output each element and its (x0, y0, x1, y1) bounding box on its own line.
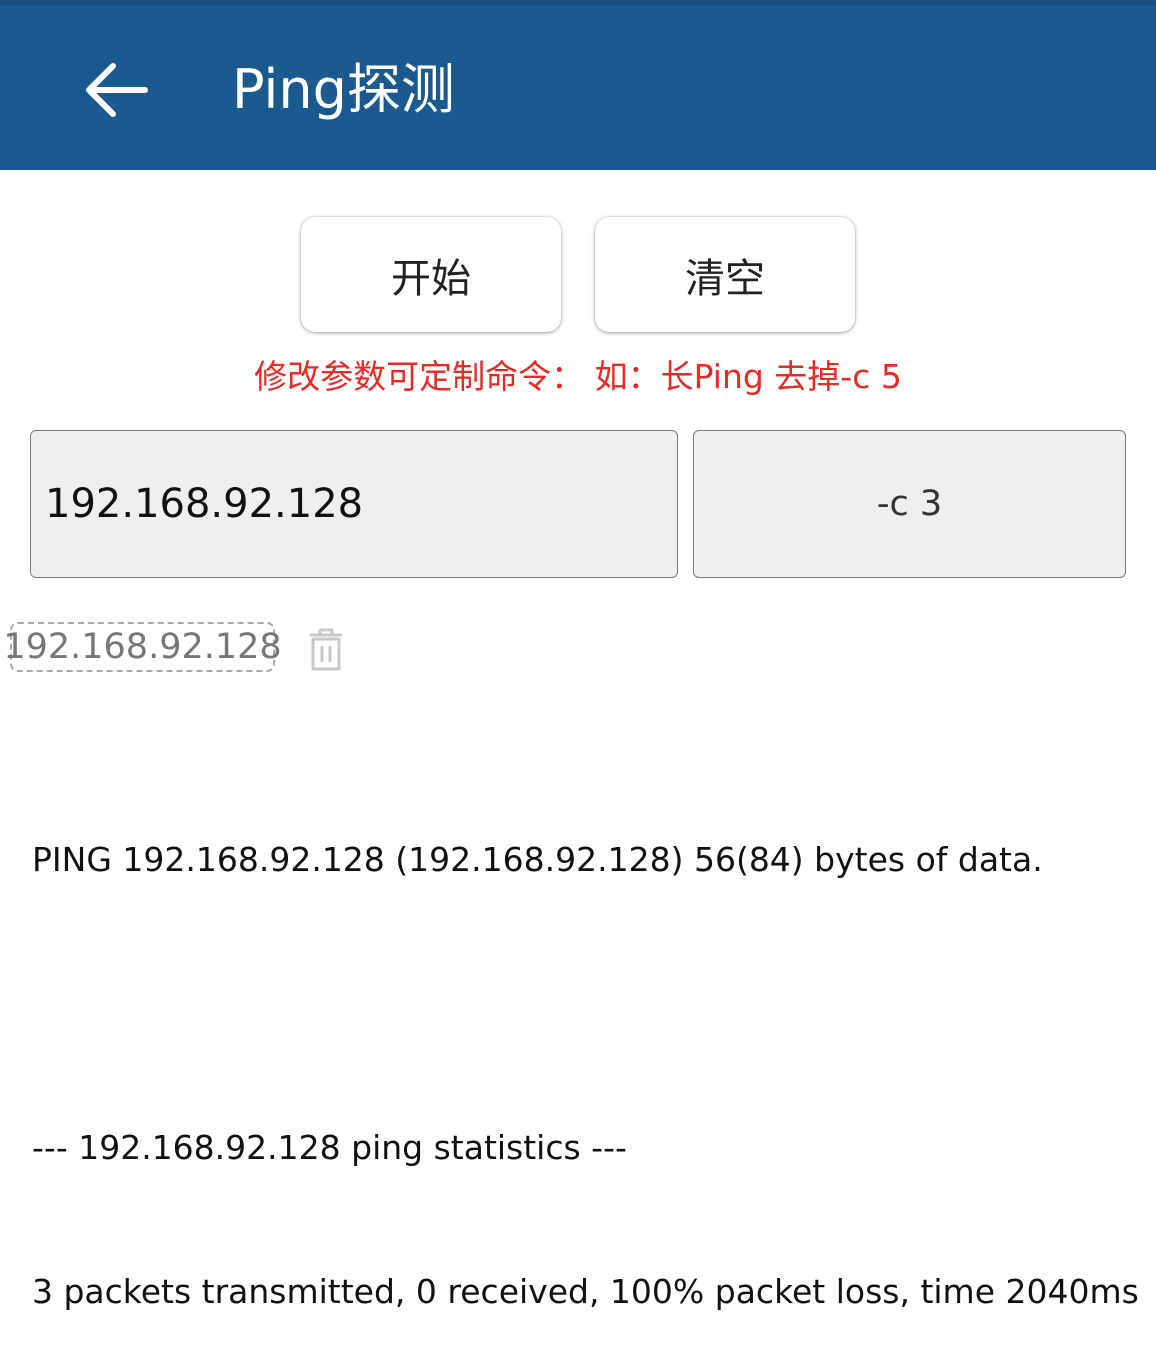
status-strip (0, 0, 1156, 5)
delete-history-button[interactable] (306, 625, 346, 673)
output-line: --- 192.168.92.128 ping statistics --- (32, 1128, 627, 1167)
back-button[interactable] (70, 50, 160, 130)
param-input-box[interactable] (693, 430, 1126, 578)
hint-text: 修改参数可定制命令： 如：长Ping 去掉-c 5 (254, 357, 902, 396)
host-input-box[interactable] (30, 430, 678, 578)
param-input[interactable] (694, 484, 1125, 524)
clear-button[interactable]: 清空 (595, 217, 855, 332)
trash-icon (310, 628, 342, 671)
output-line: PING 192.168.92.128 (192.168.92.128) 56(… (32, 840, 1043, 879)
app-bar: Ping探测 (0, 0, 1156, 170)
ping-output: PING 192.168.92.128 (192.168.92.128) 56(… (32, 740, 1142, 1364)
output-line: 3 packets transmitted, 0 received, 100% … (32, 1272, 1139, 1311)
history-item[interactable]: 192.168.92.128 (3, 622, 282, 672)
page-title: Ping探测 (232, 58, 455, 121)
start-button[interactable]: 开始 (301, 217, 561, 332)
host-input[interactable] (45, 481, 677, 527)
arrow-left-icon (86, 63, 148, 117)
